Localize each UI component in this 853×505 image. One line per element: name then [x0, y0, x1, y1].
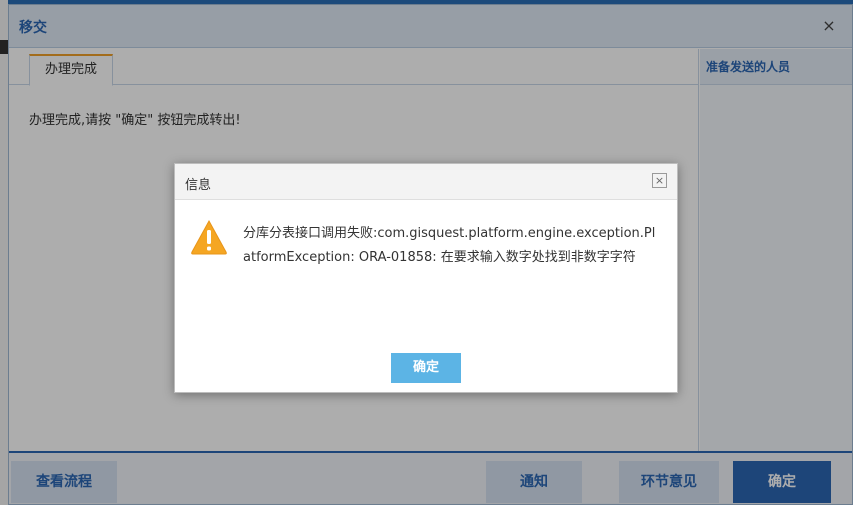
info-confirm-button[interactable]: 确定 [391, 353, 461, 383]
info-box-title: 信息 [185, 178, 212, 193]
error-message: 分库分表接口调用失败:com.gisquest.platform.engine.… [243, 226, 656, 265]
warning-icon [191, 219, 227, 255]
close-icon[interactable]: × [652, 173, 667, 188]
info-box-header: 信息 × [175, 164, 677, 200]
info-message-box: 信息 × 分库分表接口调用失败:com.gisquest.platform.en… [174, 163, 678, 393]
